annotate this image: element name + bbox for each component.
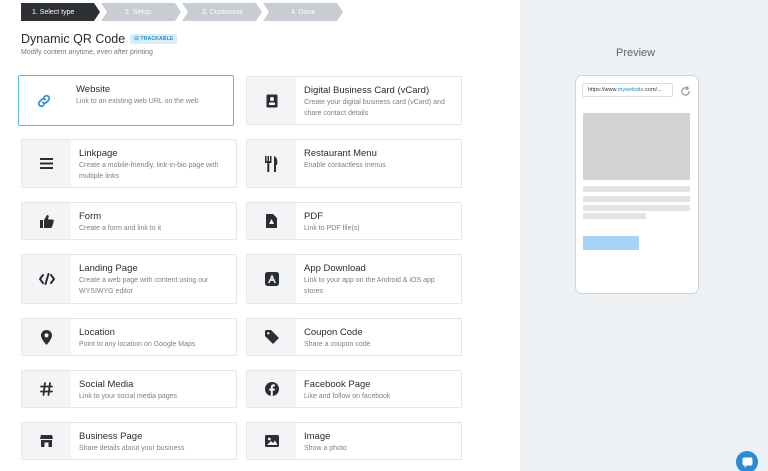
type-name: Social Media	[79, 379, 134, 390]
facebook-icon	[247, 371, 296, 407]
url-domain: mywebsite	[617, 87, 644, 93]
url-suffix: .com/...	[643, 87, 662, 93]
type-desc: Share details about your business	[79, 445, 185, 452]
type-card-form[interactable]: Form Create a form and link to it	[21, 202, 237, 240]
preview-text-line	[583, 186, 690, 192]
refresh-icon[interactable]	[680, 84, 691, 96]
step-label: 4. Done	[291, 8, 316, 16]
type-desc: Point to any location on Google Maps	[79, 341, 196, 348]
step-select-type[interactable]: 1. Select type	[21, 3, 100, 21]
type-name: Facebook Page	[304, 379, 371, 390]
step-done[interactable]: 4. Done	[263, 3, 343, 21]
type-name: Linkpage	[79, 148, 118, 159]
step-label: 3. Customize	[202, 8, 243, 16]
chat-launcher[interactable]	[736, 451, 758, 471]
preview-text-line	[583, 213, 646, 219]
type-name: Form	[79, 211, 102, 222]
type-name: Digital Business Card (vCard)	[304, 85, 430, 96]
page-title-text: Dynamic QR Code	[21, 32, 126, 46]
type-desc: Create a web page with content using our…	[79, 277, 209, 295]
image-icon	[247, 423, 296, 459]
type-card-facebook-page[interactable]: Facebook Page Like and follow on facebook	[246, 370, 462, 408]
type-desc: Link to your app on the Android & iOS ap…	[304, 277, 435, 295]
menu-lines-icon	[22, 140, 71, 187]
type-desc: Create your digital business card (vCard…	[304, 99, 445, 117]
type-name: Coupon Code	[304, 327, 363, 338]
type-desc: Share a coupon code	[304, 341, 371, 348]
phone-mockup	[575, 75, 699, 294]
trackable-badge-label: TRACKABLE	[140, 36, 174, 42]
step-label: 2. Setup	[125, 8, 152, 16]
type-name: PDF	[304, 211, 323, 222]
type-name: Image	[304, 431, 331, 442]
type-name: App Download	[304, 263, 366, 274]
location-pin-icon	[22, 319, 71, 355]
type-name: Location	[79, 327, 115, 338]
type-desc: Link to PDF file(s)	[304, 225, 360, 232]
type-card-social-media[interactable]: Social Media Link to your social media pa…	[21, 370, 237, 408]
type-card-location[interactable]: Location Point to any location on Google …	[21, 318, 237, 356]
step-setup[interactable]: 2. Setup	[101, 3, 181, 21]
type-card-website[interactable]: Website Link to an existing web URL on th…	[18, 75, 234, 126]
preview-image-placeholder	[583, 113, 690, 180]
step-customize[interactable]: 3. Customize	[182, 3, 262, 21]
preview-text-line	[583, 196, 690, 202]
thumbs-up-icon	[22, 203, 71, 239]
hashtag-icon	[22, 371, 71, 407]
type-card-app-download[interactable]: App Download Link to your app on the Andr…	[246, 254, 462, 304]
type-desc: Like and follow on facebook	[304, 393, 391, 400]
type-card-pdf[interactable]: PDF Link to PDF file(s)	[246, 202, 462, 240]
preview-button-placeholder	[583, 236, 639, 250]
type-desc: Link to your social media pages	[79, 393, 178, 400]
page-title: Dynamic QR Code ☑ TRACKABLE	[21, 32, 178, 46]
type-card-vcard[interactable]: Digital Business Card (vCard) Create your…	[246, 76, 462, 125]
type-card-coupon-code[interactable]: Coupon Code Share a coupon code	[246, 318, 462, 356]
type-card-restaurant-menu[interactable]: Restaurant Menu Enable contactless menus	[246, 139, 462, 188]
store-icon	[22, 423, 71, 459]
type-card-business-page[interactable]: Business Page Share details about your bu…	[21, 422, 237, 460]
contact-card-icon	[247, 77, 296, 124]
type-desc: Create a form and link to it	[79, 225, 162, 232]
type-desc: Create a mobile-friendly, link-in-bio pa…	[79, 162, 219, 180]
page-subtitle: Modify content anytime, even after print…	[21, 49, 153, 56]
stepper: 1. Select type 2. Setup 3. Customize 4. …	[21, 3, 344, 21]
type-desc: Link to an existing web URL on the web	[76, 98, 199, 105]
type-name: Restaurant Menu	[304, 148, 377, 159]
type-card-linkpage[interactable]: Linkpage Create a mobile-friendly, link-i…	[21, 139, 237, 188]
app-store-icon	[247, 255, 296, 303]
type-name: Landing Page	[79, 263, 138, 274]
chat-icon	[742, 457, 752, 468]
code-icon	[22, 255, 71, 303]
preview-url-bar: https://www. mywebsite .com/...	[582, 83, 673, 97]
preview-title: Preview	[616, 47, 656, 59]
link-icon	[19, 76, 68, 125]
fork-knife-icon	[247, 140, 296, 187]
step-label: 1. Select type	[32, 8, 75, 16]
type-card-image[interactable]: Image Show a photo	[246, 422, 462, 460]
type-name: Business Page	[79, 431, 143, 442]
type-desc: Enable contactless menus	[304, 162, 386, 169]
tag-icon	[247, 319, 296, 355]
preview-text-line	[583, 205, 690, 211]
type-desc: Show a photo	[304, 445, 347, 452]
pdf-file-icon	[247, 203, 296, 239]
url-prefix: https://www.	[588, 87, 618, 93]
trackable-badge: ☑ TRACKABLE	[130, 34, 178, 44]
type-name: Website	[76, 84, 111, 95]
type-card-landing-page[interactable]: Landing Page Create a web page with conte…	[21, 254, 237, 304]
